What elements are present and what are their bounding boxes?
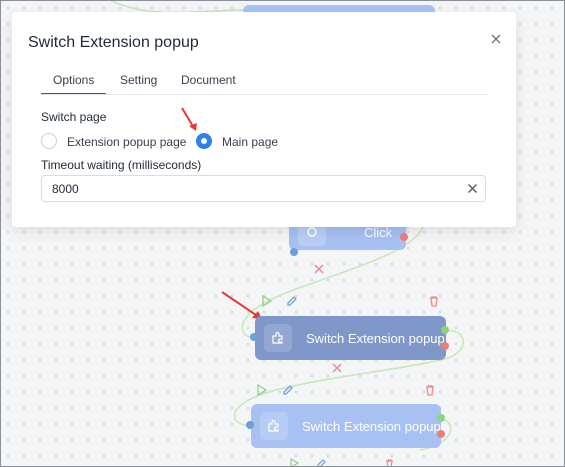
delete-connection-icon[interactable] xyxy=(331,362,343,374)
switch-extension-popup-dialog: Switch Extension popup Options Setting D… xyxy=(12,12,516,227)
dialog-tabs: Options Setting Document xyxy=(40,68,487,95)
radio-extension-popup-page[interactable] xyxy=(41,133,57,149)
node-output-port[interactable] xyxy=(437,414,445,422)
puzzle-icon xyxy=(264,324,292,352)
frame-border-left xyxy=(0,0,1,467)
click-node-input-port[interactable] xyxy=(290,248,298,256)
dialog-title: Switch Extension popup xyxy=(28,34,199,51)
tab-document[interactable]: Document xyxy=(181,73,236,87)
trash-icon[interactable] xyxy=(428,295,440,307)
tab-setting[interactable]: Setting xyxy=(120,73,157,87)
node-output-port[interactable] xyxy=(441,326,449,334)
close-button[interactable] xyxy=(489,32,503,46)
switch-extension-popup-node-label: Switch Extension popup xyxy=(306,330,445,346)
node-input-port[interactable] xyxy=(246,421,254,429)
radio-main-page-label[interactable]: Main page xyxy=(222,135,278,149)
delete-connection-icon[interactable] xyxy=(313,263,325,275)
switch-extension-popup-node-label: Switch Extension popup xyxy=(302,418,441,434)
node-error-port[interactable] xyxy=(441,342,449,350)
switch-extension-popup-node[interactable]: Switch Extension popup xyxy=(251,404,441,448)
radio-main-page[interactable] xyxy=(196,133,212,149)
node-error-port[interactable] xyxy=(437,430,445,438)
edit-icon[interactable] xyxy=(286,295,298,307)
timeout-field[interactable] xyxy=(41,175,486,202)
radio-extension-popup-page-label[interactable]: Extension popup page xyxy=(67,135,186,149)
play-icon[interactable] xyxy=(261,295,273,307)
click-node-error-port[interactable] xyxy=(400,233,408,241)
switch-page-label: Switch page xyxy=(41,110,107,124)
edit-icon[interactable] xyxy=(282,384,294,396)
tab-options[interactable]: Options xyxy=(40,73,107,94)
close-icon xyxy=(491,34,501,44)
annotation-arrow xyxy=(181,107,197,131)
play-icon[interactable] xyxy=(256,384,268,396)
timeout-input[interactable] xyxy=(52,181,452,197)
timeout-label: Timeout waiting (milliseconds) xyxy=(41,158,202,172)
frame-border-top xyxy=(0,0,565,1)
trash-icon[interactable] xyxy=(424,384,436,396)
puzzle-icon xyxy=(260,412,288,440)
switch-extension-popup-node[interactable]: Switch Extension popup xyxy=(255,316,446,360)
node-input-port[interactable] xyxy=(250,333,258,341)
clear-icon[interactable] xyxy=(467,183,478,194)
